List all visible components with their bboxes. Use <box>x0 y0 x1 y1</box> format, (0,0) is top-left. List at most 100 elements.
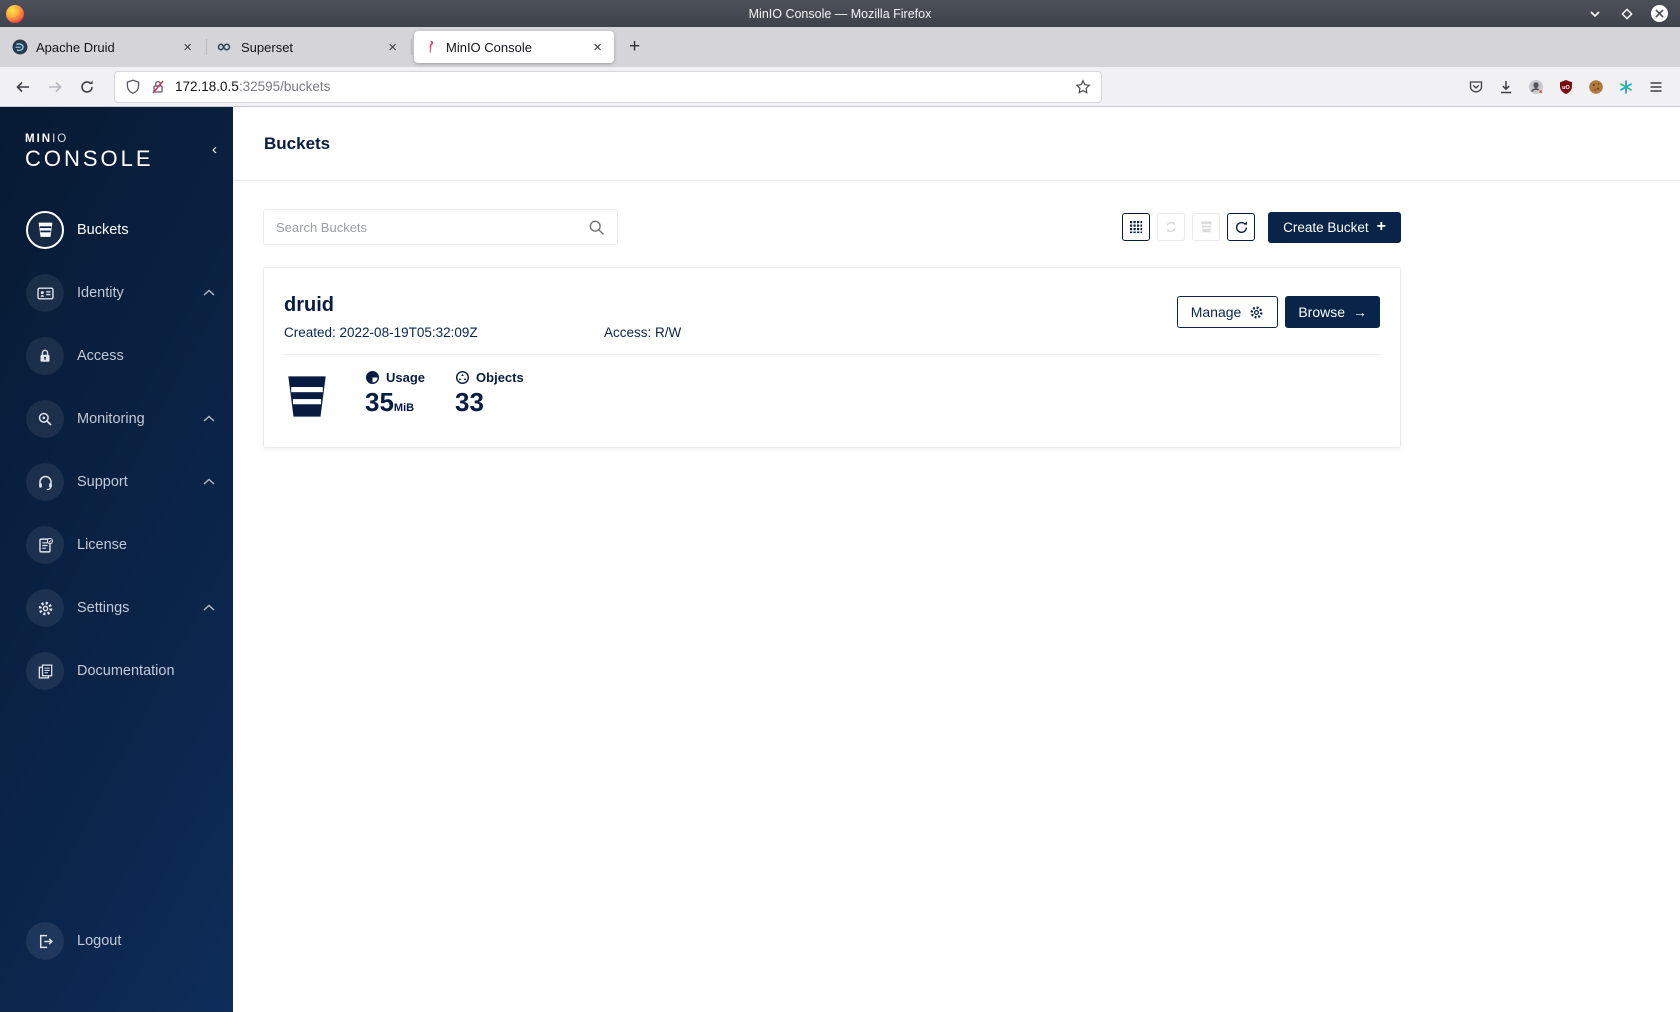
chevron-up-icon <box>203 289 215 296</box>
grid-view-button[interactable] <box>1122 213 1151 241</box>
bookmark-star-icon[interactable] <box>1075 78 1091 95</box>
window-minimize-button[interactable] <box>1587 6 1603 22</box>
monitoring-search-icon <box>26 400 64 438</box>
search-buckets-input[interactable] <box>276 219 588 235</box>
main-content: Buckets Search Buckets Create Bucket + d… <box>233 107 1680 1012</box>
sidebar-item-settings[interactable]: Settings <box>0 588 233 628</box>
druid-tab-icon <box>12 39 28 55</box>
ublock-origin-icon[interactable]: uO <box>1558 79 1574 95</box>
usage-label: Usage <box>386 370 426 385</box>
objects-value: 33 <box>455 387 484 417</box>
window-close-button[interactable] <box>1651 5 1668 22</box>
chevron-up-icon <box>203 604 215 611</box>
tab-close-button[interactable]: × <box>179 40 196 55</box>
page-title: Buckets <box>264 133 331 153</box>
new-tab-button[interactable]: + <box>619 34 650 60</box>
bucket-icon <box>26 211 64 249</box>
window-maximize-button[interactable] <box>1619 6 1635 22</box>
replication-button[interactable] <box>1157 213 1186 241</box>
sidebar-item-label: Documentation <box>77 663 175 679</box>
license-document-icon <box>26 526 64 564</box>
tab-label: MinIO Console <box>446 39 532 55</box>
gear-icon <box>26 589 64 627</box>
usage-pie-icon <box>365 370 380 385</box>
pocket-icon[interactable] <box>1468 79 1484 95</box>
tab-label: Superset <box>241 39 294 55</box>
url-text: 172.18.0.5:32595/buckets <box>175 79 331 94</box>
support-headset-icon <box>26 463 64 501</box>
tab-label: Apache Druid <box>36 39 115 55</box>
chevron-up-icon <box>203 415 215 422</box>
objects-icon <box>456 370 470 385</box>
cookie-icon[interactable] <box>1588 79 1604 95</box>
bucket-card: druid Created: 2022-08-19T05:32:09Z Acce… <box>263 267 1401 448</box>
sidebar-item-access[interactable]: Access <box>0 336 233 376</box>
window-titlebar: MinIO Console — Mozilla Firefox <box>0 0 1680 27</box>
sidebar-item-buckets[interactable]: Buckets <box>0 210 233 250</box>
bucket-name: druid <box>284 294 334 316</box>
plus-icon: + <box>1376 218 1386 235</box>
minio-console-logo: MINIO CONSOLE ‹ <box>25 133 217 171</box>
manage-button[interactable]: Manage <box>1176 296 1279 328</box>
sidebar-item-label: Access <box>77 348 124 364</box>
container-asterisk-icon[interactable] <box>1618 79 1634 95</box>
url-bar[interactable]: 172.18.0.5:32595/buckets <box>114 70 1102 103</box>
extension-icon[interactable] <box>1528 79 1544 95</box>
forward-button[interactable] <box>40 72 70 102</box>
bucket-created: Created: 2022-08-19T05:32:09Z <box>284 325 478 340</box>
svg-text:uO: uO <box>1562 84 1570 90</box>
sidebar-item-identity[interactable]: Identity <box>0 273 233 313</box>
menu-hamburger-icon[interactable] <box>1648 79 1664 95</box>
tab-apache-druid[interactable]: Apache Druid × <box>4 31 207 63</box>
sidebar-item-label: Settings <box>77 600 130 616</box>
search-buckets-box <box>263 209 618 245</box>
usage-value: 35 <box>365 387 394 417</box>
sidebar-item-documentation[interactable]: Documentation <box>0 651 233 691</box>
chevron-up-icon <box>203 478 215 485</box>
sidebar-item-label: Identity <box>77 285 124 301</box>
card-divider <box>284 354 1380 355</box>
window-title: MinIO Console — Mozilla Firefox <box>748 6 932 21</box>
sidebar-item-license[interactable]: License <box>0 525 233 565</box>
search-icon <box>589 220 604 235</box>
bucket-icon <box>284 370 330 423</box>
back-button[interactable] <box>8 72 38 102</box>
arrow-right-icon: → <box>1353 304 1367 320</box>
create-bucket-button[interactable]: Create Bucket + <box>1268 211 1401 243</box>
browser-toolbar: 172.18.0.5:32595/buckets uO <box>0 67 1680 107</box>
sidebar-item-logout[interactable]: Logout <box>0 921 233 961</box>
objects-label: Objects <box>476 370 524 385</box>
sidebar-item-label: Logout <box>77 933 122 949</box>
gear-icon <box>1250 306 1263 318</box>
superset-tab-icon <box>217 43 231 51</box>
tracking-shield-icon[interactable] <box>125 79 141 95</box>
objects-metric: Objects 33 <box>455 370 524 415</box>
sidebar-collapse-button[interactable]: ‹ <box>212 141 217 158</box>
minio-flamingo-tab-icon <box>429 41 434 53</box>
refresh-button[interactable] <box>1227 213 1256 241</box>
page-header: Buckets <box>233 107 1680 181</box>
bucket-access: Access: R/W <box>604 325 682 340</box>
tab-superset[interactable]: Superset × <box>209 31 412 63</box>
sidebar-item-label: Monitoring <box>77 411 145 427</box>
logout-icon <box>26 922 64 960</box>
browse-button[interactable]: Browse → <box>1285 296 1380 328</box>
downloads-icon[interactable] <box>1498 79 1514 95</box>
usage-unit: MiB <box>393 402 415 414</box>
sidebar-item-label: License <box>77 537 127 553</box>
insecure-lock-icon[interactable] <box>150 79 166 95</box>
sidebar-item-monitoring[interactable]: Monitoring <box>0 399 233 439</box>
tab-close-button[interactable]: × <box>589 40 606 55</box>
sidebar-item-label: Support <box>77 474 128 490</box>
reload-button[interactable] <box>72 72 102 102</box>
delete-bucket-button[interactable] <box>1192 213 1221 241</box>
tab-close-button[interactable]: × <box>384 40 401 55</box>
sidebar: MINIO CONSOLE ‹ Buckets Identity Access … <box>0 107 233 1012</box>
tab-minio-console[interactable]: MinIO Console × <box>414 31 614 63</box>
id-card-icon <box>26 274 64 312</box>
browser-tabbar: Apache Druid × Superset × MinIO Console … <box>0 27 1680 67</box>
documentation-icon <box>26 652 64 690</box>
usage-metric: Usage 35MiB <box>365 370 425 415</box>
sidebar-item-label: Buckets <box>77 222 129 238</box>
sidebar-item-support[interactable]: Support <box>0 462 233 502</box>
